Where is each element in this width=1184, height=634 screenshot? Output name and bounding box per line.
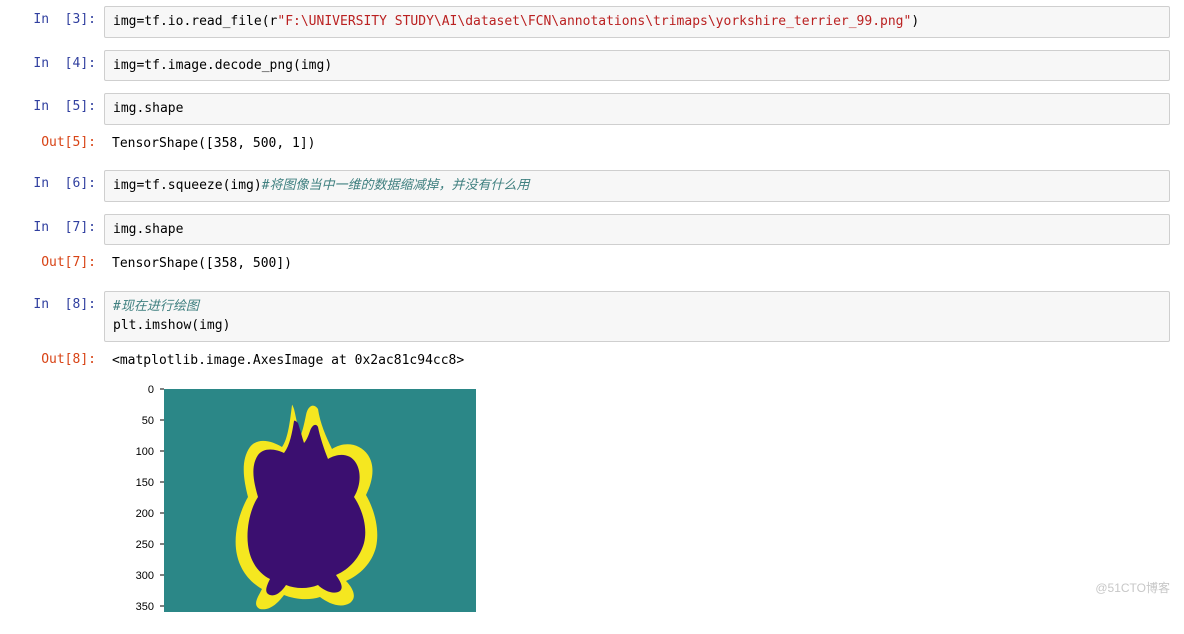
code-input-5[interactable]: img.shape [104, 93, 1170, 125]
cell-8: In [8]: #现在进行绘图 plt.imshow(img) Out[8]: … [14, 291, 1170, 617]
prompt-out-5: Out[5]: [14, 129, 104, 159]
cell-4: In [4]: img=tf.image.decode_png(img) [14, 50, 1170, 82]
code-token: img=tf.io.read_file( [113, 14, 270, 29]
ytick-label: 200 [136, 508, 154, 520]
prompt-out-7: Out[7]: [14, 249, 104, 279]
code-comment: #将图像当中一维的数据缩减掉，并没有什么用 [262, 178, 530, 193]
cell-6: In [6]: img=tf.squeeze(img)#将图像当中一维的数据缩减… [14, 170, 1170, 202]
prompt-in-3: In [3]: [14, 6, 104, 38]
code-comment: #现在进行绘图 [113, 299, 199, 314]
plot-output: 0 50 100 150 200 250 300 350 [112, 381, 1170, 616]
ytick-label: 250 [136, 539, 154, 551]
code-token: ) [911, 14, 919, 29]
ytick-label: 150 [136, 477, 154, 489]
trimap-plot: 0 50 100 150 200 250 300 350 [112, 381, 492, 616]
prompt-in-6: In [6]: [14, 170, 104, 202]
code-input-8[interactable]: #现在进行绘图 plt.imshow(img) [104, 291, 1170, 342]
ytick-label: 300 [136, 570, 154, 582]
watermark: @51CTO博客 [1095, 579, 1170, 596]
cell-7: In [7]: img.shape Out[7]: TensorShape([3… [14, 214, 1170, 279]
ytick-label: 350 [136, 601, 154, 613]
prompt-out-8: Out[8]: [14, 346, 104, 376]
output-5: TensorShape([358, 500, 1]) [104, 129, 1170, 159]
ytick-label: 100 [136, 446, 154, 458]
code-input-4[interactable]: img=tf.image.decode_png(img) [104, 50, 1170, 82]
string-literal: "F:\UNIVERSITY STUDY\AI\dataset\FCN\anno… [277, 14, 911, 29]
prompt-in-7: In [7]: [14, 214, 104, 246]
cell-5: In [5]: img.shape Out[5]: TensorShape([3… [14, 93, 1170, 158]
code-input-7[interactable]: img.shape [104, 214, 1170, 246]
prompt-in-5: In [5]: [14, 93, 104, 125]
prompt-in-8: In [8]: [14, 291, 104, 342]
output-7: TensorShape([358, 500]) [104, 249, 1170, 279]
cell-3: In [3]: img=tf.io.read_file(r"F:\UNIVERS… [14, 6, 1170, 38]
ytick-label: 50 [142, 415, 154, 427]
output-8: <matplotlib.image.AxesImage at 0x2ac81c9… [104, 346, 1170, 376]
trimap-image [164, 389, 476, 612]
code-input-3[interactable]: img=tf.io.read_file(r"F:\UNIVERSITY STUD… [104, 6, 1170, 38]
code-token: img=tf.squeeze(img) [113, 178, 262, 193]
prompt-in-4: In [4]: [14, 50, 104, 82]
ytick-label: 0 [148, 384, 154, 396]
code-input-6[interactable]: img=tf.squeeze(img)#将图像当中一维的数据缩减掉，并没有什么用 [104, 170, 1170, 202]
code-token: plt.imshow(img) [113, 318, 230, 333]
